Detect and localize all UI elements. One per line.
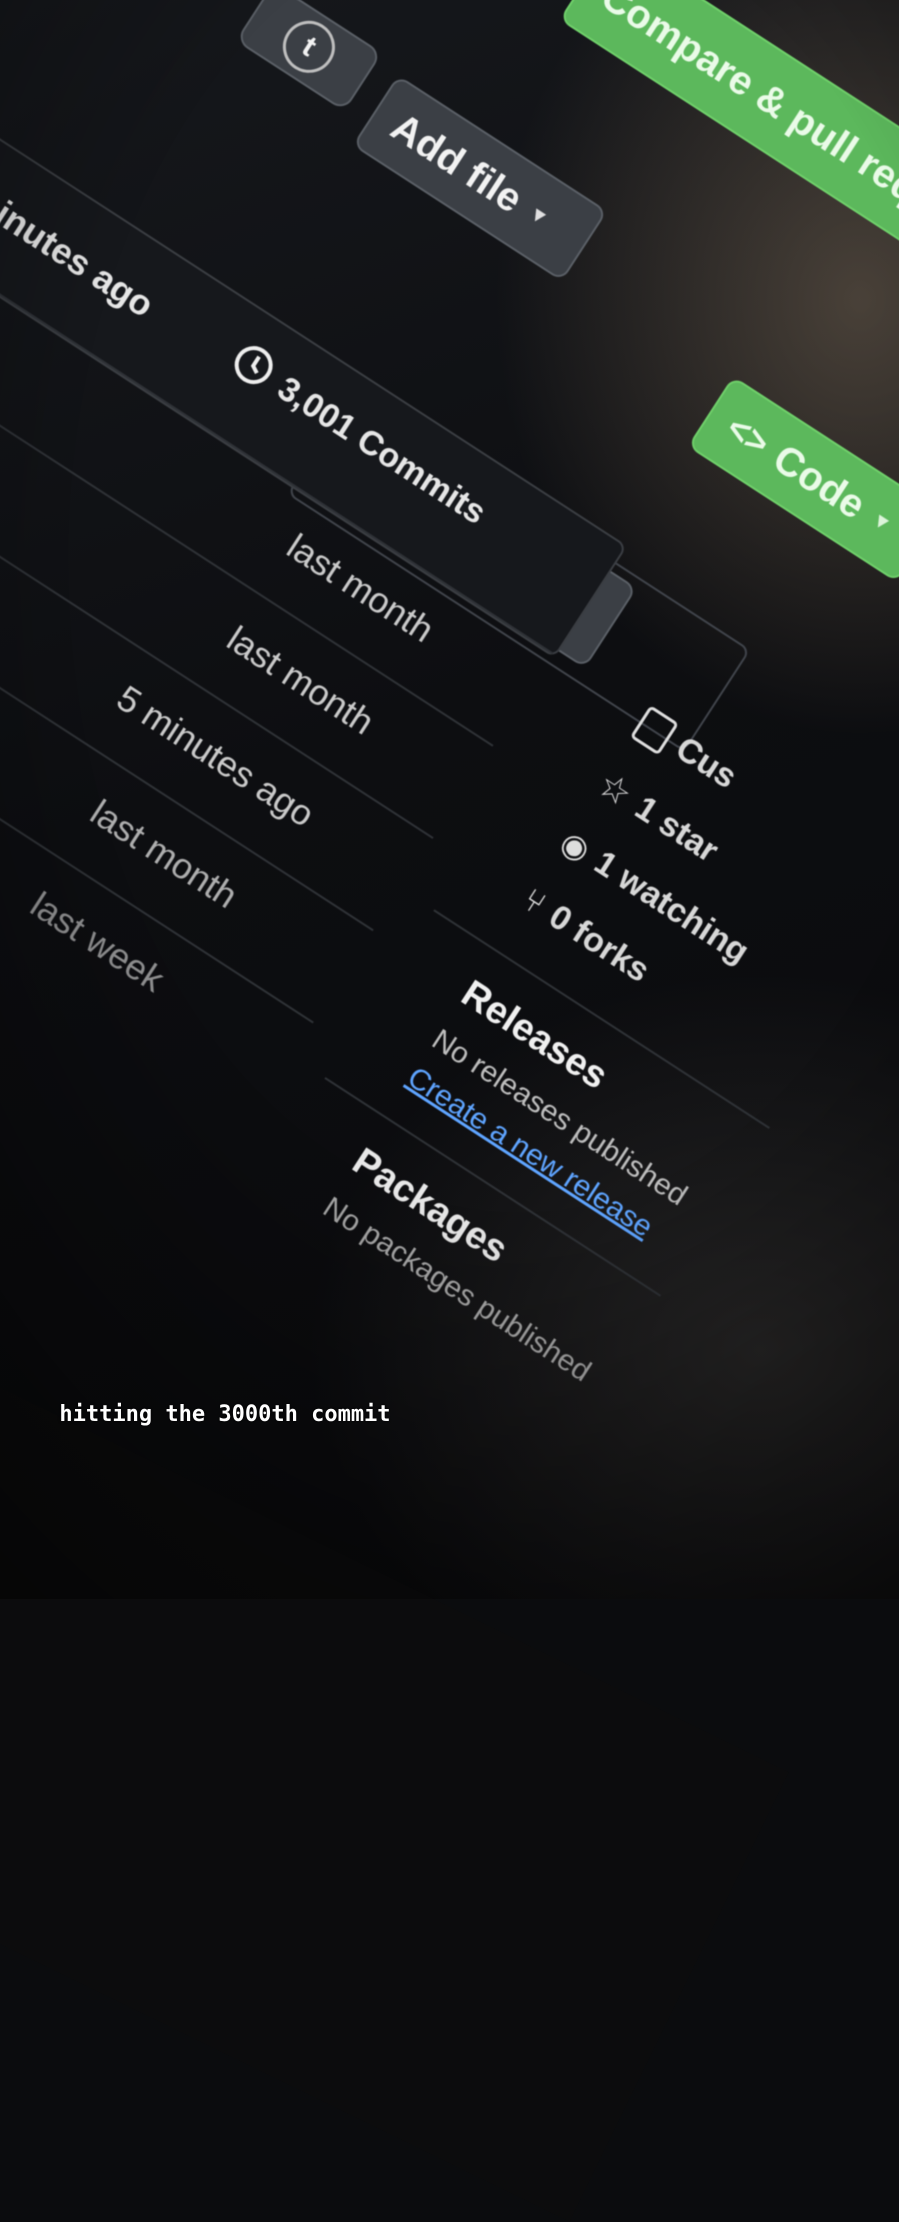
chevron-down-icon: ▼ (524, 201, 553, 231)
file-row-time: 5 minutes ago (109, 677, 322, 835)
file-row-time: last week (23, 883, 172, 1000)
file-row-time: last month (219, 617, 382, 743)
file-row-time: last month (83, 791, 245, 917)
chevron-down-icon: ▼ (867, 507, 896, 537)
code-icon: <> (719, 406, 778, 464)
add-file-label: Add file (383, 104, 531, 222)
add-file-button[interactable]: Add file ▼ (352, 74, 608, 282)
avatar-button[interactable]: t (235, 0, 383, 112)
avatar: t (272, 10, 345, 83)
story-caption: hitting the 3000th commit (59, 1402, 391, 1427)
